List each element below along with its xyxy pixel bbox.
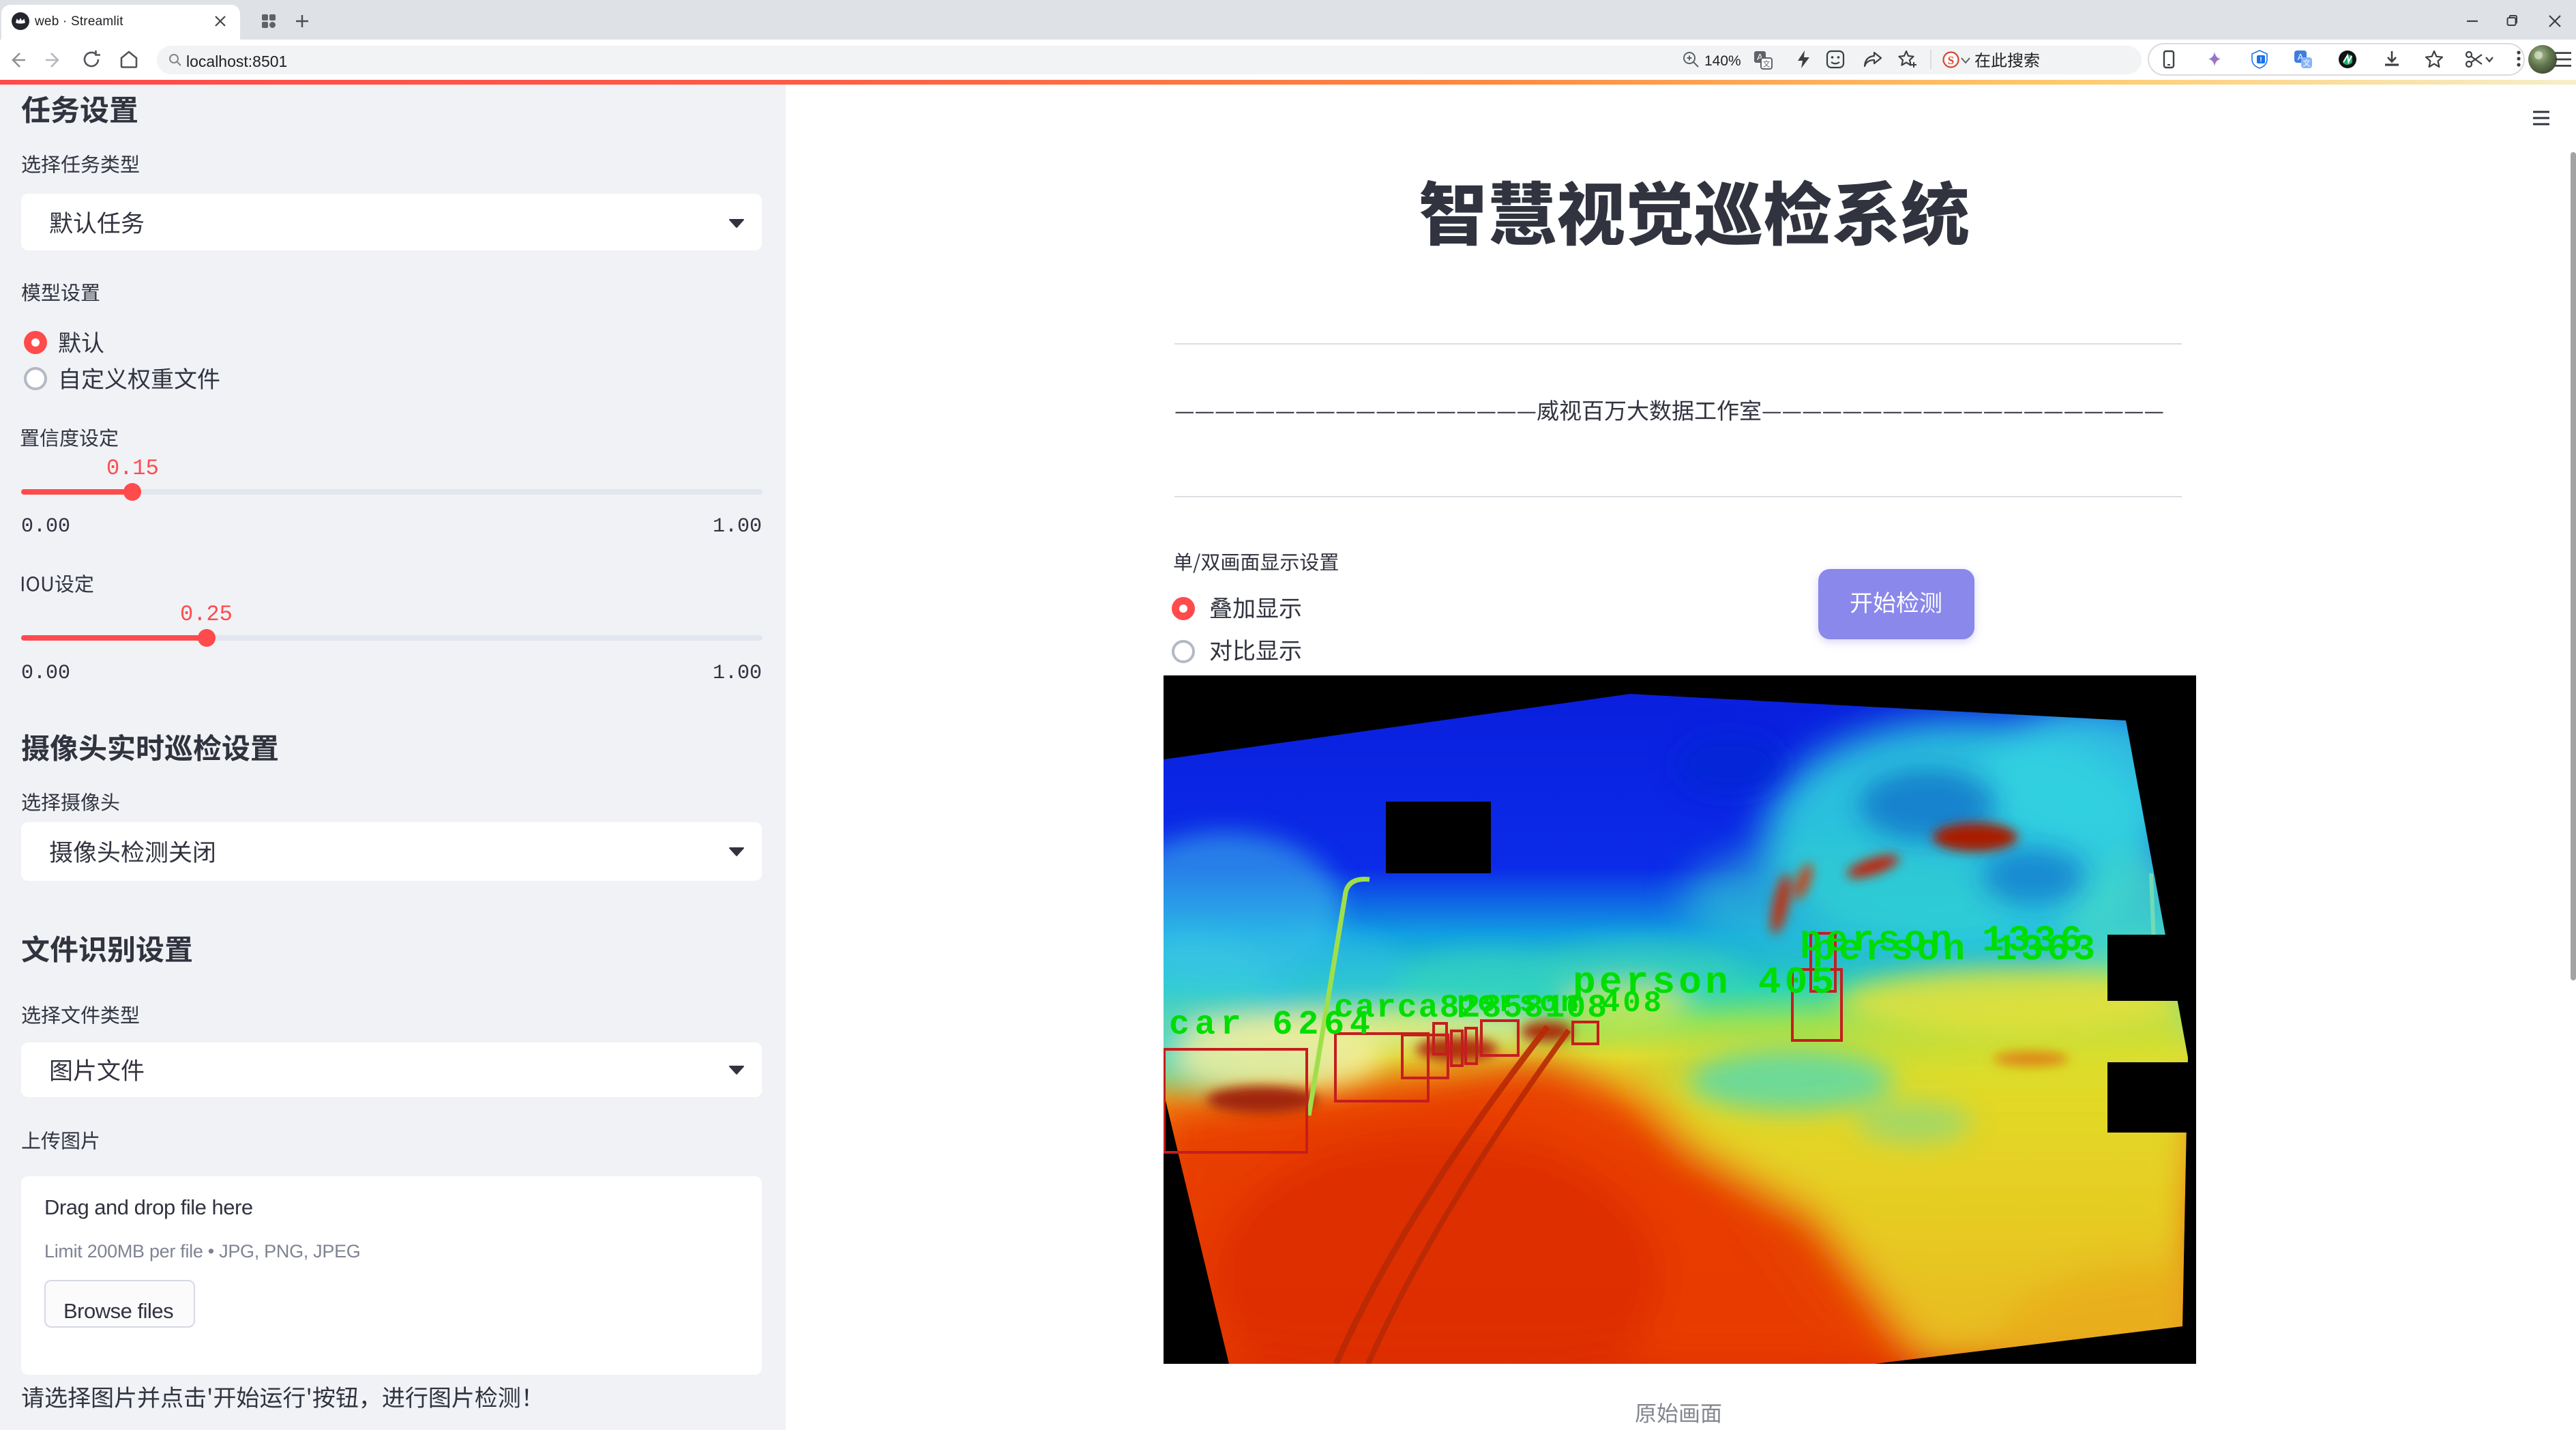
- svg-text:文: 文: [2303, 58, 2311, 68]
- svg-text:!: !: [2260, 57, 2262, 64]
- svg-text:S: S: [1948, 54, 1954, 67]
- svg-text:文: 文: [1763, 59, 1771, 69]
- svg-text:person 1363: person 1363: [1813, 929, 2095, 971]
